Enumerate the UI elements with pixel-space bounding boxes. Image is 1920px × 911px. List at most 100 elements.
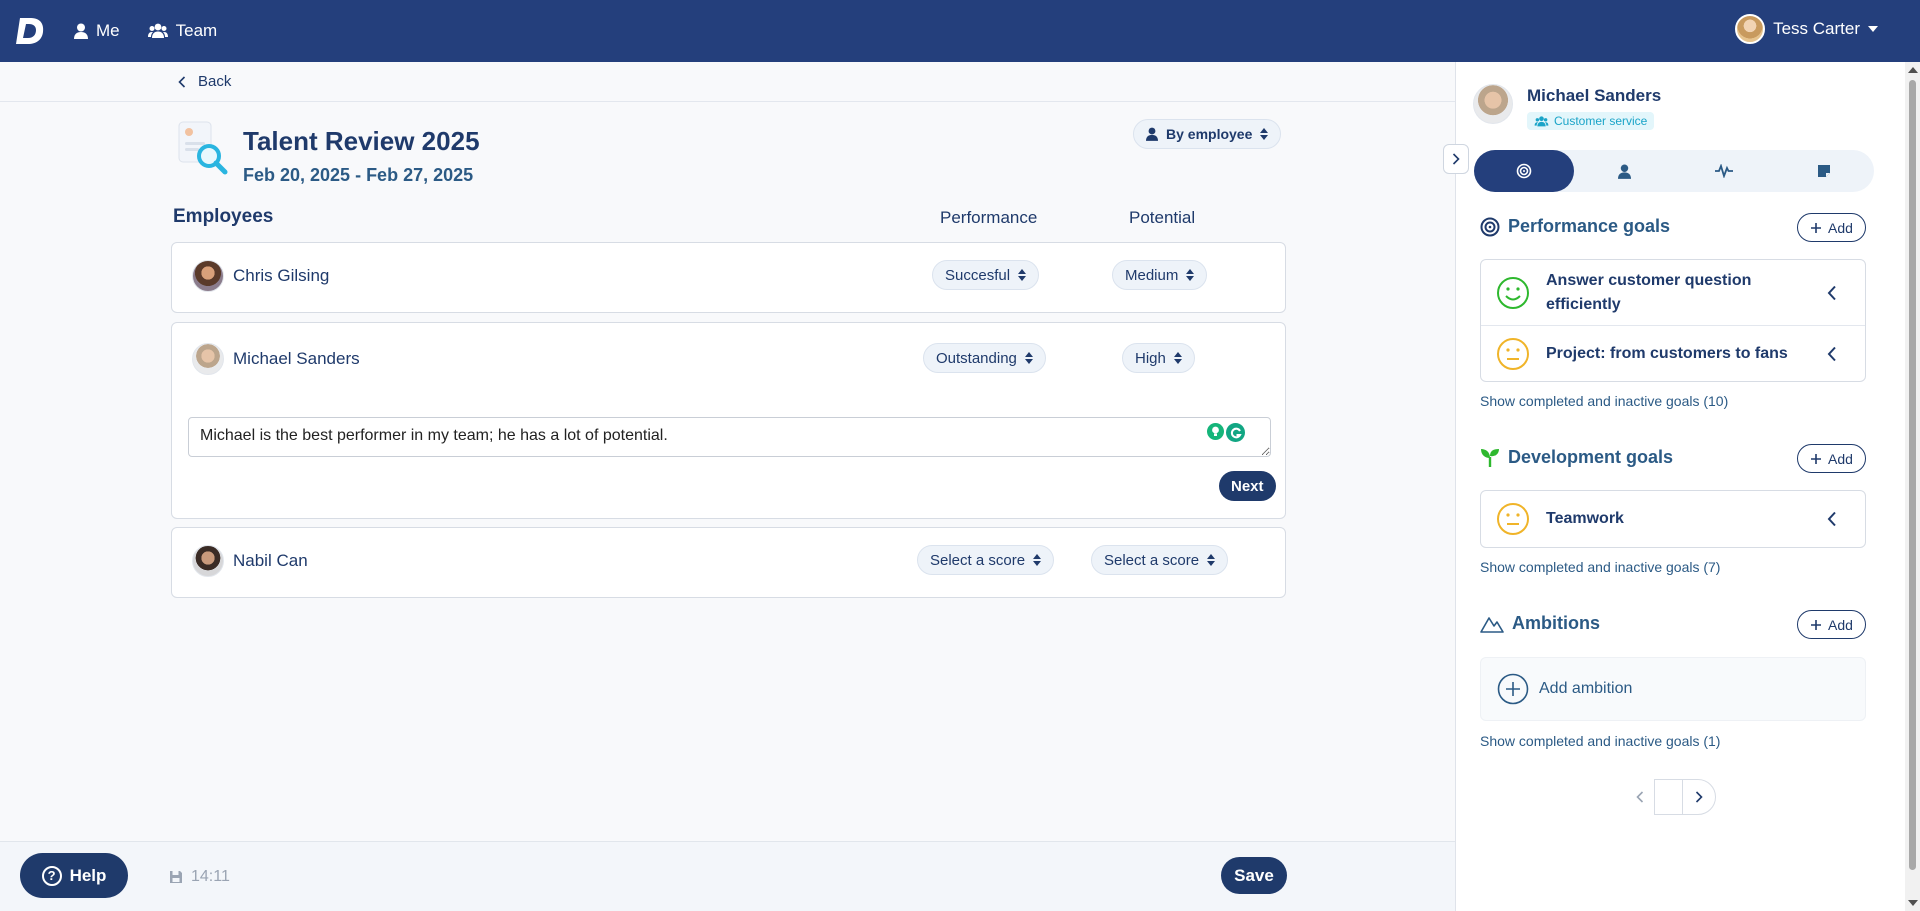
- department-label: Customer service: [1554, 114, 1648, 128]
- sidebar-toggle-button[interactable]: [1443, 144, 1469, 174]
- performance-goals-heading: Performance goals: [1480, 216, 1670, 237]
- goal-title: Teamwork: [1546, 510, 1624, 527]
- back-label: Back: [198, 73, 232, 90]
- add-performance-goal-button[interactable]: Add: [1797, 213, 1866, 242]
- grammarly-widget[interactable]: [1207, 423, 1245, 442]
- app-logo[interactable]: [16, 15, 46, 47]
- page-title: Talent Review 2025: [243, 126, 480, 156]
- ambitions-heading: Ambitions: [1480, 613, 1600, 634]
- lightbulb-icon: [1207, 423, 1224, 440]
- add-label: Add: [1828, 450, 1853, 467]
- nav-me[interactable]: Me: [74, 21, 120, 41]
- tab-profile[interactable]: [1574, 150, 1674, 192]
- question-icon: ?: [41, 865, 62, 886]
- next-page-button[interactable]: [1682, 779, 1716, 815]
- back-link[interactable]: Back: [0, 62, 1455, 102]
- caret-down-icon: [1868, 26, 1878, 32]
- tab-notes[interactable]: [1774, 150, 1874, 192]
- review-header: Talent Review 2025 Feb 20, 2025 - Feb 27…: [173, 116, 480, 186]
- employee-row-card: Chris Gilsing Succesful Medium: [171, 242, 1286, 313]
- happy-face-icon: [1497, 276, 1529, 309]
- department-badge: Customer service: [1527, 112, 1655, 130]
- goal-title: Answer customer question efficiently: [1546, 271, 1752, 313]
- chevron-right-icon: [1452, 153, 1460, 165]
- potential-select[interactable]: Medium: [1112, 260, 1208, 290]
- chevron-right-icon: [1695, 791, 1703, 803]
- tab-goals[interactable]: [1474, 150, 1574, 192]
- scroll-thumb[interactable]: [1909, 80, 1916, 870]
- view-mode-value: By employee: [1166, 126, 1253, 142]
- page-indicator: [1654, 779, 1682, 815]
- target-icon: [1480, 217, 1500, 236]
- last-saved-indicator: 14:11: [169, 868, 230, 886]
- employee-name-link[interactable]: Chris Gilsing: [192, 260, 329, 292]
- nav-me-label: Me: [96, 21, 120, 40]
- logo-icon: [16, 18, 44, 44]
- review-search-icon: [173, 116, 229, 176]
- potential-select[interactable]: High: [1122, 343, 1195, 373]
- sort-arrows-icon: [1186, 269, 1195, 281]
- sprout-icon: [1481, 448, 1499, 467]
- employee-name: Michael Sanders: [233, 349, 360, 368]
- nav-team-label: Team: [175, 21, 218, 40]
- list-item[interactable]: Answer customer question efficiently: [1481, 260, 1865, 325]
- potential-value: Select a score: [1104, 551, 1200, 569]
- user-menu[interactable]: Tess Carter: [1735, 14, 1878, 44]
- next-button[interactable]: Next: [1219, 471, 1276, 501]
- previous-page-button[interactable]: [1626, 779, 1654, 815]
- potential-value: Medium: [1125, 266, 1179, 284]
- employee-name: Chris Gilsing: [233, 266, 330, 285]
- performance-select[interactable]: Select a score: [917, 545, 1055, 575]
- column-header-performance: Performance: [940, 208, 1038, 227]
- show-completed-ambitions-link[interactable]: Show completed and inactive goals (1): [1480, 733, 1720, 749]
- performance-goals-list: Answer customer question efficiently Pro…: [1480, 259, 1866, 382]
- list-item[interactable]: Project: from customers to fans: [1481, 325, 1865, 381]
- grammarly-icon: [1226, 423, 1245, 442]
- avatar: [192, 260, 224, 292]
- potential-select[interactable]: Select a score: [1091, 545, 1229, 575]
- review-dates: Feb 20, 2025 - Feb 27, 2025: [243, 165, 474, 185]
- help-label: Help: [69, 865, 107, 885]
- goal-title: Project: from customers to fans: [1546, 344, 1788, 362]
- comment-textarea[interactable]: Michael is the best performer in my team…: [188, 417, 1271, 457]
- performance-select[interactable]: Succesful: [932, 260, 1040, 290]
- development-goals-title: Development goals: [1508, 447, 1674, 467]
- performance-value: Succesful: [945, 266, 1011, 284]
- employee-name-link[interactable]: Michael Sanders: [192, 343, 360, 375]
- saved-time: 14:11: [191, 868, 230, 885]
- add-label: Add: [1828, 219, 1853, 236]
- scroll-up-icon[interactable]: [1908, 67, 1918, 73]
- pulse-icon: [1715, 164, 1733, 178]
- performance-select[interactable]: Outstanding: [923, 343, 1046, 373]
- scroll-down-icon[interactable]: [1908, 900, 1918, 906]
- employee-name-link[interactable]: Nabil Can: [192, 545, 308, 577]
- page-scrollbar[interactable]: [1905, 62, 1920, 911]
- plus-icon: [1811, 453, 1822, 464]
- potential-value: High: [1135, 349, 1166, 367]
- chevron-left-icon: [1827, 511, 1836, 527]
- add-ambition-placeholder[interactable]: Add ambition: [1480, 657, 1866, 721]
- mountain-icon: [1480, 616, 1504, 633]
- person-icon: [1146, 127, 1158, 141]
- sort-arrows-icon: [1024, 352, 1033, 364]
- add-ambition-button[interactable]: Add: [1797, 610, 1866, 639]
- show-completed-performance-goals-link[interactable]: Show completed and inactive goals (10): [1480, 393, 1728, 409]
- sidebar-pagination: [1626, 779, 1716, 815]
- team-icon: [1534, 115, 1549, 126]
- save-button[interactable]: Save: [1221, 857, 1287, 894]
- add-development-goal-button[interactable]: Add: [1797, 444, 1866, 473]
- help-button[interactable]: ? Help: [20, 853, 128, 898]
- team-icon: [147, 23, 168, 38]
- user-avatar: [1735, 14, 1766, 44]
- avatar: [1473, 84, 1513, 124]
- performance-value: Outstanding: [936, 349, 1017, 367]
- nav-team[interactable]: Team: [147, 21, 218, 41]
- neutral-face-icon: [1497, 337, 1529, 370]
- list-item[interactable]: Teamwork: [1481, 491, 1865, 547]
- plus-icon: [1811, 222, 1822, 233]
- view-mode-select[interactable]: By employee: [1133, 119, 1282, 149]
- employee-sidebar: Michael Sanders Customer service Perform…: [1455, 62, 1905, 911]
- show-completed-development-goals-link[interactable]: Show completed and inactive goals (7): [1480, 559, 1720, 575]
- tab-activity[interactable]: [1674, 150, 1774, 192]
- add-ambition-label: Add ambition: [1539, 680, 1633, 697]
